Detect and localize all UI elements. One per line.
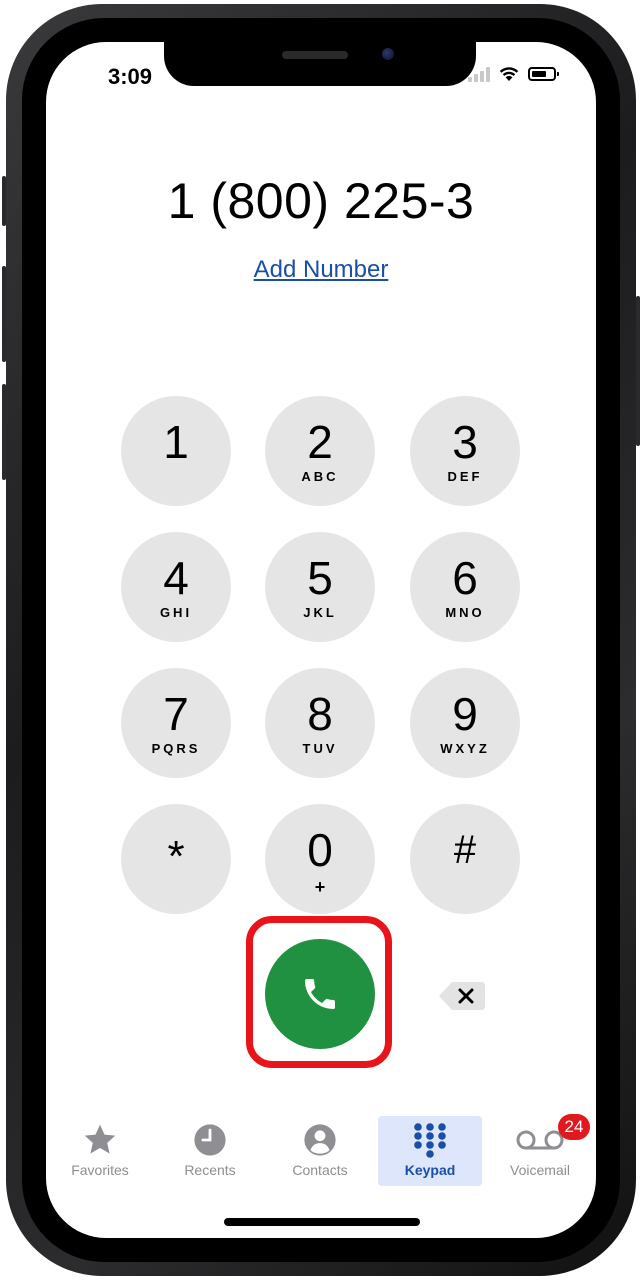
home-indicator[interactable]	[224, 1218, 420, 1226]
call-button[interactable]	[265, 939, 375, 1049]
key-digit: 7	[163, 688, 189, 740]
tab-voicemail[interactable]: Voicemail 24	[488, 1114, 592, 1186]
key-digit: 8	[307, 688, 333, 740]
mute-switch	[2, 176, 6, 226]
tab-recents[interactable]: Recents	[158, 1116, 262, 1186]
key-3[interactable]: 3 DEF	[410, 396, 520, 506]
volume-down-button	[2, 384, 6, 480]
key-digit: 3	[452, 416, 478, 468]
power-button	[636, 296, 640, 446]
key-letters: PQRS	[151, 741, 201, 756]
front-camera	[382, 48, 394, 60]
cellular-signal-icon	[468, 66, 490, 82]
status-icons	[468, 66, 559, 82]
key-letters: GHI	[159, 605, 193, 620]
battery-icon	[528, 67, 559, 81]
add-number-link[interactable]: Add Number	[46, 256, 596, 284]
key-9[interactable]: 9 WXYZ	[410, 668, 520, 778]
voicemail-icon	[516, 1130, 564, 1150]
key-digit: 9	[452, 688, 478, 740]
tab-label: Voicemail	[510, 1162, 570, 1178]
key-6[interactable]: 6 MNO	[410, 532, 520, 642]
phone-screen: 3:09 1 (800) 225-3 Add Number 1 2 ABC 3 …	[46, 42, 596, 1238]
key-digit: 2	[307, 416, 333, 468]
key-7[interactable]: 7 PQRS	[121, 668, 231, 778]
key-star[interactable]: *	[121, 804, 231, 914]
key-letters: DEF	[447, 469, 483, 484]
key-letters: WXYZ	[440, 741, 490, 756]
key-8[interactable]: 8 TUV	[265, 668, 375, 778]
phone-icon	[305, 979, 335, 1009]
key-digit: 0	[307, 824, 333, 876]
key-digit: #	[453, 828, 477, 872]
key-digit: 6	[452, 552, 478, 604]
key-digit: 4	[163, 552, 189, 604]
key-2[interactable]: 2 ABC	[265, 396, 375, 506]
keypad-icon	[414, 1123, 446, 1158]
tab-label: Favorites	[71, 1162, 129, 1178]
key-letters: JKL	[303, 605, 337, 620]
status-time: 3:09	[108, 64, 153, 89]
tab-label: Keypad	[404, 1162, 456, 1178]
key-letters: +	[314, 877, 326, 897]
delete-button[interactable]	[438, 980, 486, 1012]
volume-up-button	[2, 266, 6, 362]
tab-keypad[interactable]: Keypad	[378, 1116, 482, 1186]
key-digit: *	[167, 832, 185, 881]
backspace-icon	[439, 982, 485, 1010]
key-5[interactable]: 5 JKL	[265, 532, 375, 642]
key-1[interactable]: 1	[121, 396, 231, 506]
voicemail-badge: 24	[558, 1114, 590, 1140]
star-icon	[84, 1124, 116, 1154]
key-letters: TUV	[302, 741, 338, 756]
key-digit: 1	[163, 416, 189, 468]
key-0[interactable]: 0 +	[265, 804, 375, 914]
person-icon	[304, 1124, 336, 1156]
key-letters: MNO	[445, 605, 485, 620]
key-4[interactable]: 4 GHI	[121, 532, 231, 642]
key-hash[interactable]: #	[410, 804, 520, 914]
key-letters: ABC	[301, 469, 339, 484]
notch	[164, 42, 476, 86]
clock-icon	[194, 1124, 226, 1156]
dialed-number: 1 (800) 225-3	[167, 173, 475, 229]
speaker-grille	[282, 51, 348, 59]
tab-contacts[interactable]: Contacts	[268, 1116, 372, 1186]
tab-label: Recents	[184, 1162, 236, 1178]
tab-bar: Favorites Recents Contacts Keypad Voicem…	[46, 1114, 596, 1192]
tab-favorites[interactable]: Favorites	[48, 1116, 152, 1186]
key-digit: 5	[307, 552, 333, 604]
wifi-icon	[499, 67, 519, 81]
tab-label: Contacts	[292, 1162, 348, 1178]
